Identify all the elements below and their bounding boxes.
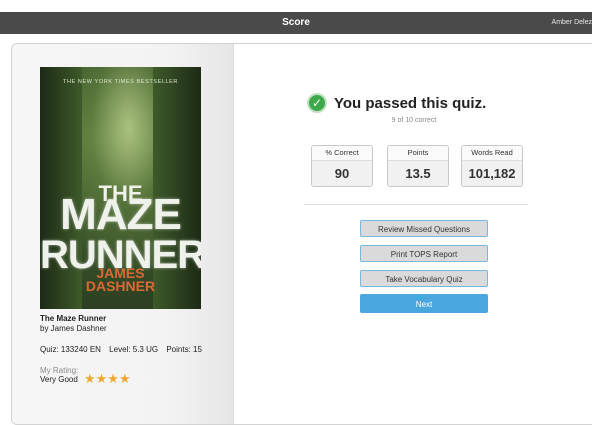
stat-label: Points	[388, 146, 448, 161]
book-panel: THE NEW YORK TIMES BESTSELLER THE MAZE R…	[12, 44, 234, 424]
stat-value: 101,182	[462, 161, 522, 186]
rating-value: Very Good	[40, 375, 78, 384]
user-name[interactable]: Amber Delez	[552, 12, 592, 34]
cover-author-last: DASHNER	[85, 278, 156, 294]
page-title: Score	[282, 17, 310, 28]
book-author: by James Dashner	[40, 324, 107, 333]
pass-banner: ✓ You passed this quiz.	[307, 91, 486, 115]
stat-percent-correct: % Correct 90	[311, 145, 373, 187]
top-bar: Score Amber Delez	[0, 12, 592, 34]
pass-message: You passed this quiz.	[334, 94, 487, 112]
rating-label: My Rating:	[40, 366, 79, 375]
book-level: Level: 5.3 UG	[109, 345, 159, 354]
next-button[interactable]: Next	[360, 294, 488, 313]
divider	[304, 204, 528, 205]
stat-value: 90	[312, 161, 372, 186]
book-cover: THE NEW YORK TIMES BESTSELLER THE MAZE R…	[40, 67, 201, 309]
stat-value: 13.5	[388, 161, 448, 186]
cover-author: JAMES DASHNER	[40, 266, 201, 294]
quiz-result-card: THE NEW YORK TIMES BESTSELLER THE MAZE R…	[11, 43, 592, 425]
stat-points: Points 13.5	[387, 145, 449, 187]
star-rating-icon[interactable]: ★★★★	[84, 371, 131, 387]
quiz-number: Quiz: 133240 EN	[40, 345, 101, 354]
stat-label: Words Read	[462, 146, 522, 161]
take-vocabulary-quiz-button[interactable]: Take Vocabulary Quiz	[360, 270, 488, 287]
cover-title-maze: MAZE	[60, 190, 182, 239]
book-info: The Maze Runner by James Dashner Quiz: 1…	[40, 314, 230, 354]
review-missed-questions-button[interactable]: Review Missed Questions	[360, 220, 488, 237]
cover-tagline: THE NEW YORK TIMES BESTSELLER	[63, 79, 178, 85]
stat-label: % Correct	[312, 146, 372, 161]
book-points: Points: 15	[166, 345, 202, 354]
book-title: The Maze Runner	[40, 314, 107, 323]
checkmark-icon: ✓	[307, 93, 327, 113]
print-tops-report-button[interactable]: Print TOPS Report	[360, 245, 488, 262]
book-meta: Quiz: 133240 EN Level: 5.3 UG Points: 15	[40, 345, 230, 354]
correct-count: 9 of 10 correct	[391, 117, 437, 124]
stat-words-read: Words Read 101,182	[461, 145, 523, 187]
